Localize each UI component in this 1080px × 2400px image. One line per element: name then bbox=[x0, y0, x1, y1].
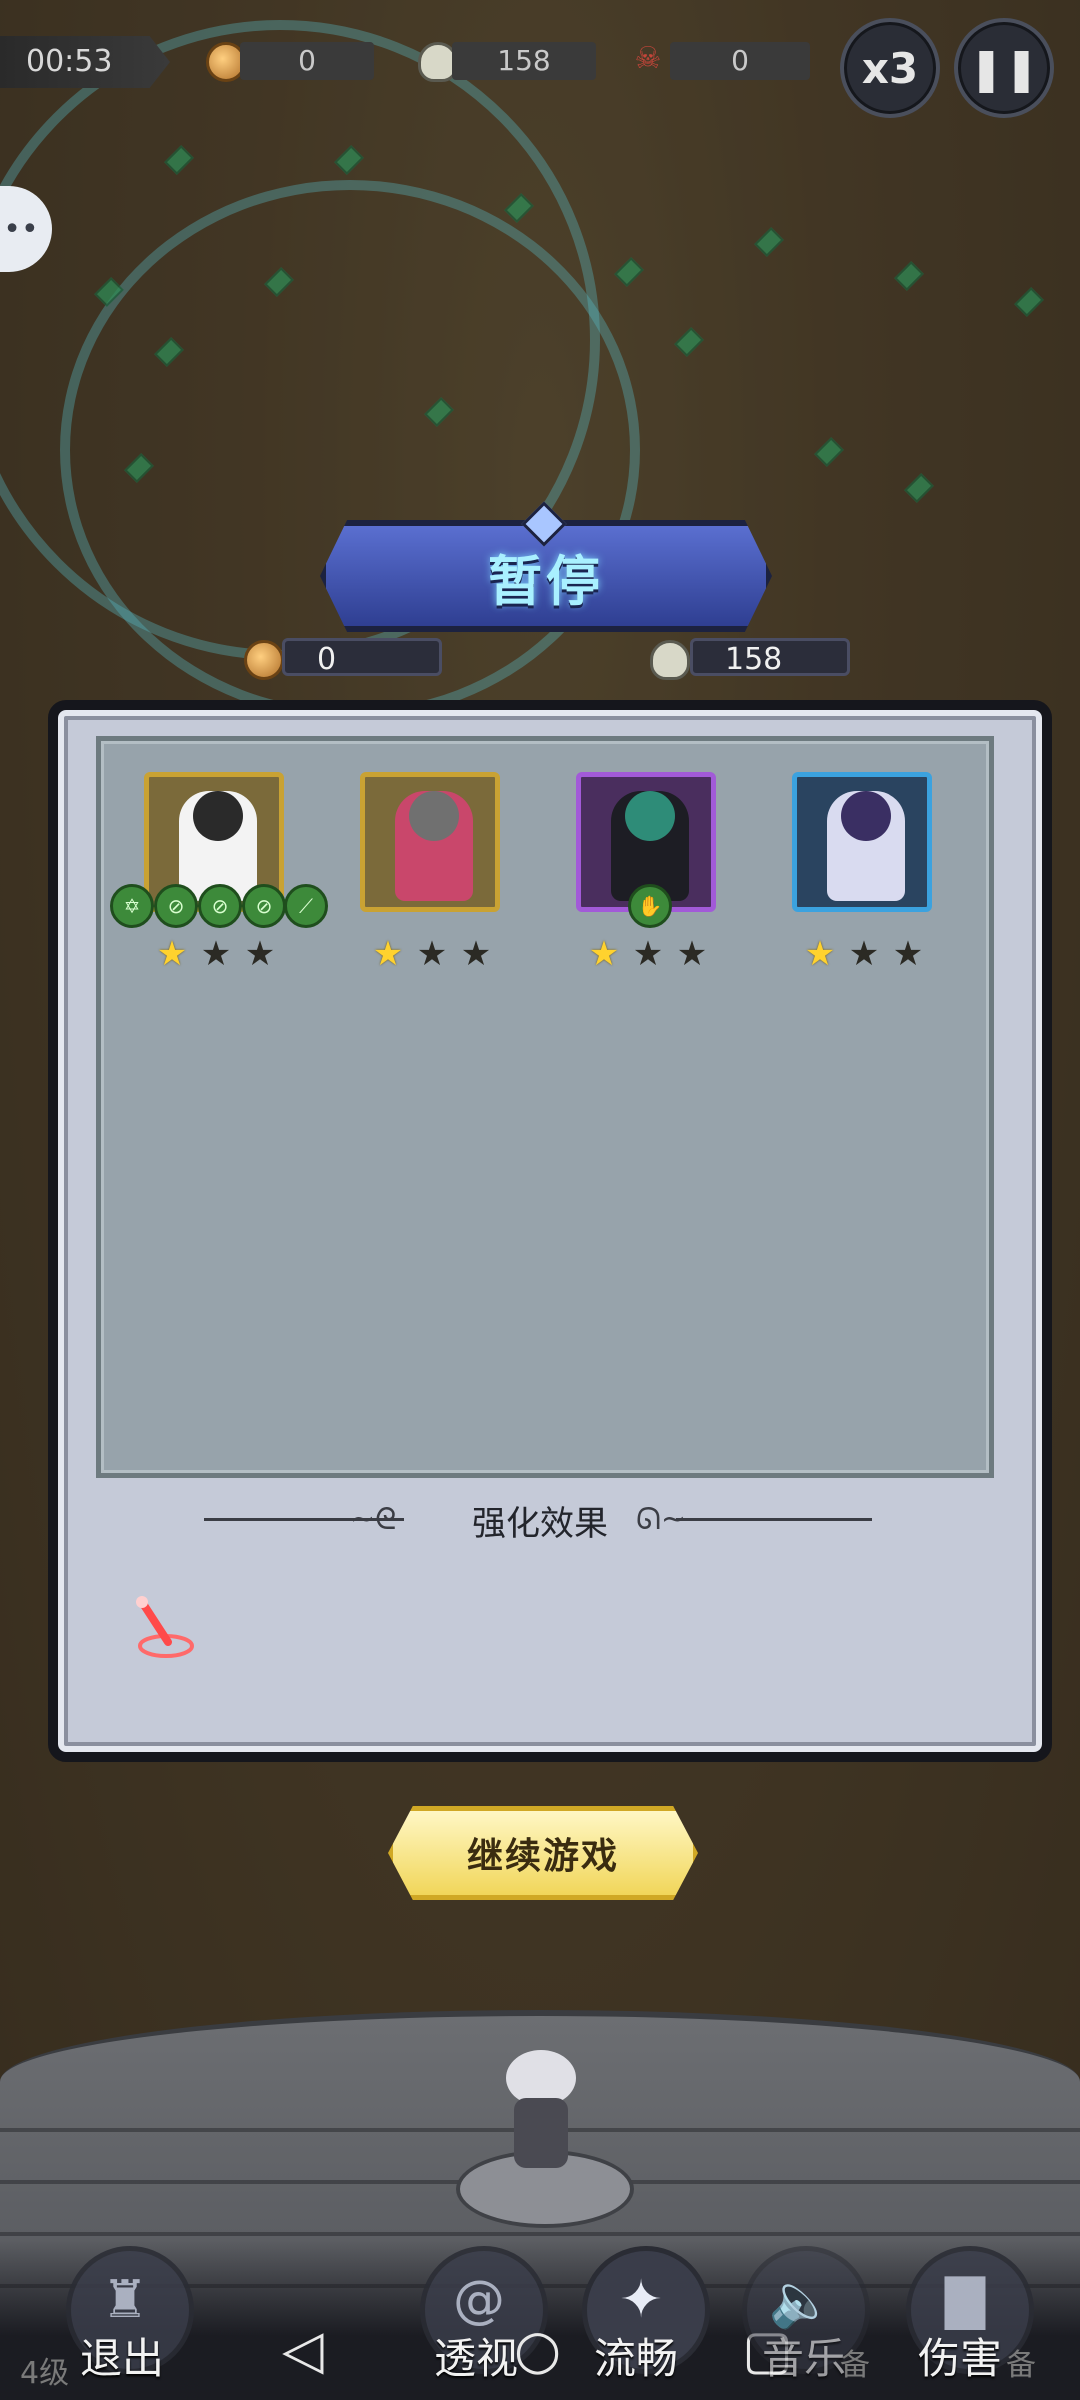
see-through-label: 透视 bbox=[434, 2334, 519, 2383]
coin-icon bbox=[244, 640, 284, 680]
boss-kill-counter: 0 bbox=[670, 42, 810, 80]
damage-label: 伤害 bbox=[918, 2334, 1003, 2383]
equip-hint: 备 bbox=[840, 2348, 870, 2383]
skill-badge-icon: ⊘ bbox=[154, 884, 198, 928]
skill-badge-icon: ⊘ bbox=[198, 884, 242, 928]
hero-head bbox=[625, 791, 675, 841]
skill-badge-icon: ⊘ bbox=[242, 884, 286, 928]
pause-button[interactable]: ❚❚ bbox=[954, 18, 1054, 118]
continue-game-button[interactable]: 继续游戏 bbox=[388, 1806, 698, 1900]
enhance-title: 强化效果 bbox=[472, 1504, 608, 1544]
star-empty-icon: ★ bbox=[244, 934, 276, 974]
smooth-label: 流畅 bbox=[594, 2334, 679, 2383]
speed-toggle-button[interactable]: x3 bbox=[840, 18, 940, 118]
star-filled-icon: ★ bbox=[804, 934, 836, 974]
dialog-coin-count: 0 bbox=[282, 638, 442, 677]
hero-head bbox=[409, 791, 459, 841]
hero-stars: ★ ★ ★ bbox=[802, 936, 926, 972]
game-timer: 00:53 bbox=[0, 36, 170, 88]
hero-head bbox=[193, 791, 243, 841]
kill-counter: 158 bbox=[452, 42, 596, 80]
hero-card-lady[interactable] bbox=[360, 772, 500, 912]
star-empty-icon: ★ bbox=[676, 934, 708, 974]
star-empty-icon: ★ bbox=[848, 934, 880, 974]
star-empty-icon: ★ bbox=[632, 934, 664, 974]
music-label: 音乐 bbox=[762, 2334, 847, 2383]
star-filled-icon: ★ bbox=[372, 934, 404, 974]
exit-label: 退出 bbox=[80, 2334, 165, 2383]
nav-back-icon[interactable]: ◁ bbox=[282, 2318, 324, 2381]
nav-home-icon[interactable]: ○ bbox=[514, 2318, 561, 2381]
player-character bbox=[496, 2050, 586, 2170]
speaker-icon: 🔈 bbox=[768, 2271, 834, 2331]
star-filled-icon: ★ bbox=[156, 934, 188, 974]
star-filled-icon: ★ bbox=[588, 934, 620, 974]
skull-icon bbox=[650, 640, 690, 680]
chat-icon: •• bbox=[3, 211, 39, 247]
player-body bbox=[514, 2098, 568, 2168]
skill-badge-icon: ⟋ bbox=[284, 884, 328, 928]
sparkle-icon: ✦ bbox=[619, 2270, 663, 2330]
equip-hint: 备 bbox=[1006, 2348, 1036, 2383]
hero-stars: ★ ★ ★ bbox=[370, 936, 494, 972]
ornament-left-icon: ~ᘓ bbox=[350, 1502, 397, 1537]
skill-badge-icon: ✋ bbox=[628, 884, 672, 928]
hero-head bbox=[841, 791, 891, 841]
divider-right bbox=[676, 1518, 872, 1521]
bar-chart-icon: ▇ bbox=[945, 2270, 985, 2330]
dialog-kill-count: 158 bbox=[690, 638, 850, 677]
star-empty-icon: ★ bbox=[460, 934, 492, 974]
hero-card-witch[interactable] bbox=[792, 772, 932, 912]
boss-skull-icon: ☠ bbox=[634, 40, 662, 76]
hero-stars: ★ ★ ★ bbox=[154, 936, 278, 972]
star-empty-icon: ★ bbox=[416, 934, 448, 974]
skill-badge-icon: ✡ bbox=[110, 884, 154, 928]
pause-title: 暂停 bbox=[488, 549, 604, 613]
star-empty-icon: ★ bbox=[200, 934, 232, 974]
pause-icon: ❚❚ bbox=[968, 43, 1040, 93]
level-hint: 4级 bbox=[20, 2356, 70, 2391]
hero-stars: ★ ★ ★ bbox=[586, 936, 710, 972]
castle-icon: ♜ bbox=[101, 2270, 149, 2330]
coin-counter: 0 bbox=[240, 42, 374, 80]
star-empty-icon: ★ bbox=[892, 934, 924, 974]
dagger-enhancement-icon[interactable] bbox=[124, 1588, 204, 1668]
